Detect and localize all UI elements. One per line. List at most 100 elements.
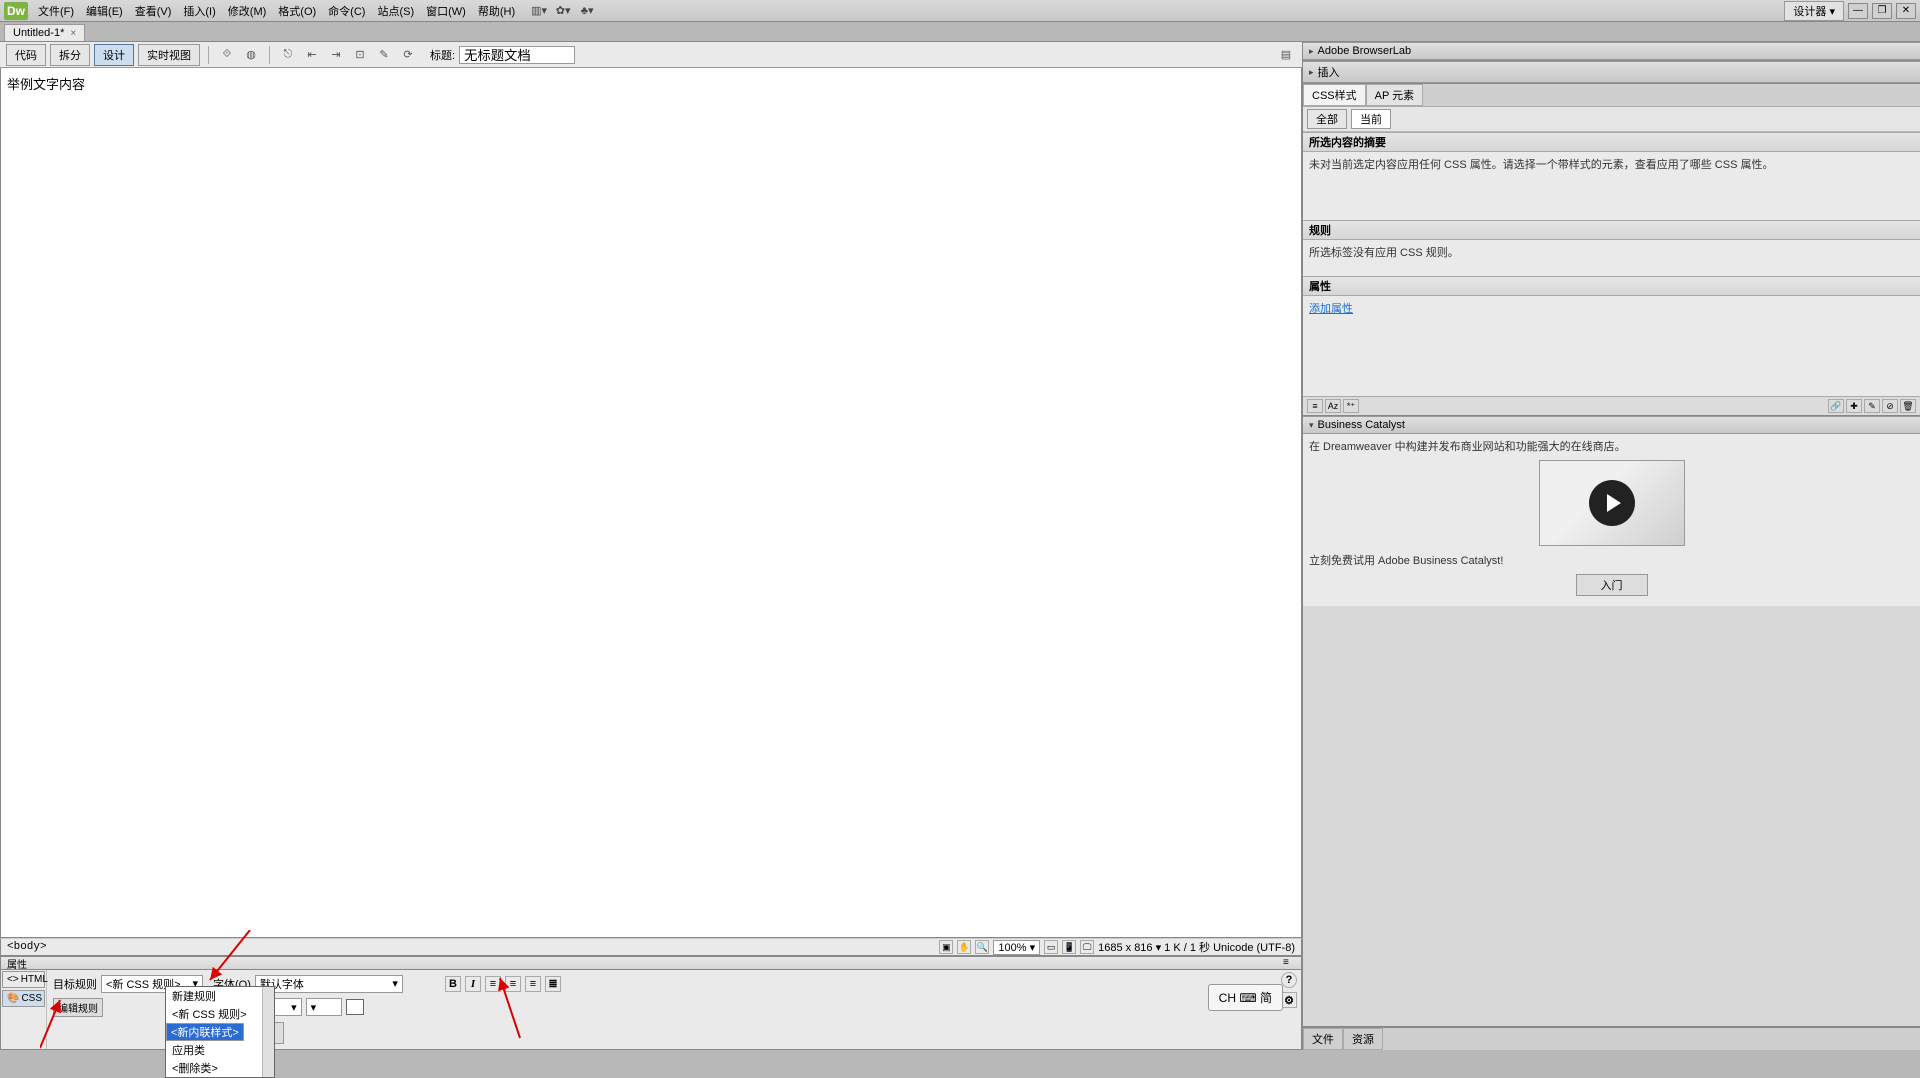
dd-apply-class[interactable]: 应用类	[166, 1041, 274, 1059]
menu-modify[interactable]: 修改(M)	[222, 3, 273, 19]
refresh-icon[interactable]: ⟳	[398, 46, 418, 64]
zoom-select[interactable]: 100% ▾	[993, 940, 1040, 955]
dd-new-css-rule[interactable]: <新 CSS 规则>	[166, 1005, 274, 1023]
text-color-swatch[interactable]	[346, 999, 364, 1015]
extend-dropdown-icon[interactable]: ✿▾	[555, 4, 571, 18]
size-unit-select[interactable]: ▾	[306, 998, 342, 1016]
summary-section-body: 未对当前选定内容应用任何 CSS 属性。请选择一个带样式的元素，查看应用了哪些 …	[1303, 152, 1920, 220]
menu-insert[interactable]: 插入(I)	[177, 3, 221, 19]
help-icon[interactable]: ?	[1281, 972, 1297, 988]
edit-rule-icon[interactable]: ✎	[1864, 399, 1880, 413]
live-code-icon[interactable]: ⟐	[217, 46, 237, 64]
properties-menu-icon[interactable]: ≡	[1283, 957, 1295, 969]
document-tab[interactable]: Untitled-1* ×	[4, 24, 85, 41]
view-live-button[interactable]: 实时视图	[138, 44, 200, 66]
tag-path[interactable]: <body>	[1, 941, 53, 953]
show-set-icon[interactable]: *⁺	[1343, 399, 1359, 413]
menu-edit[interactable]: 编辑(E)	[80, 3, 129, 19]
menu-site[interactable]: 站点(S)	[371, 3, 420, 19]
chevron-down-icon: ▾	[311, 1001, 317, 1014]
css-current-button[interactable]: 当前	[1351, 109, 1391, 129]
select-tool-icon[interactable]: ▣	[939, 940, 953, 954]
nav-next-icon[interactable]: ⇥	[326, 46, 346, 64]
ap-elements-tab[interactable]: AP 元素	[1366, 84, 1424, 106]
menu-commands[interactable]: 命令(C)	[322, 3, 371, 19]
font-select[interactable]: 默认字体▾	[255, 975, 403, 993]
add-property-link[interactable]: 添加属性	[1309, 303, 1353, 315]
rules-section-head: 规则	[1303, 221, 1920, 240]
nav-back-icon[interactable]: ⇤	[302, 46, 322, 64]
new-rule-icon[interactable]: ✚	[1846, 399, 1862, 413]
italic-button[interactable]: I	[465, 976, 481, 992]
design-canvas[interactable]: 举例文字内容	[0, 68, 1302, 938]
css-all-button[interactable]: 全部	[1307, 109, 1347, 129]
view-code-button[interactable]: 代码	[6, 44, 46, 66]
css-styles-tab[interactable]: CSS样式	[1303, 84, 1366, 106]
close-button[interactable]: ✕	[1896, 3, 1916, 19]
insert-label: 插入	[1318, 64, 1340, 80]
hand-tool-icon[interactable]: ✋	[957, 940, 971, 954]
align-justify-button[interactable]: ≣	[545, 976, 561, 992]
align-center-button[interactable]: ≡	[505, 976, 521, 992]
tab-close-icon[interactable]: ×	[70, 28, 76, 39]
bc-start-button[interactable]: 入门	[1576, 574, 1648, 596]
inspect-icon[interactable]: ⎋	[278, 46, 298, 64]
tab-label: Untitled-1*	[13, 27, 64, 39]
bc-video-thumbnail[interactable]	[1539, 460, 1685, 546]
bold-button[interactable]: B	[445, 976, 461, 992]
maximize-button[interactable]: ❐	[1872, 3, 1892, 19]
assets-tab[interactable]: 资源	[1343, 1028, 1383, 1050]
view-design-button[interactable]: 设计	[94, 44, 134, 66]
align-right-button[interactable]: ≡	[525, 976, 541, 992]
zoom-tool-icon[interactable]: 🔍	[975, 940, 989, 954]
insert-panel-head[interactable]: ▸插入	[1303, 61, 1920, 83]
properties-css-tab[interactable]: 🎨 CSS	[2, 990, 45, 1007]
title-input[interactable]	[459, 46, 575, 64]
css-tab-label: CSS	[21, 993, 42, 1004]
show-category-icon[interactable]: ≡	[1307, 399, 1323, 413]
summary-section-head: 所选内容的摘要	[1303, 133, 1920, 152]
site-dropdown-icon[interactable]: ♣▾	[579, 4, 595, 18]
document-toolbar: 代码 拆分 设计 实时视图 ⟐ ◍ ⎋ ⇤ ⇥ ⊡ ✎ ⟳ 标题: ▤	[0, 42, 1302, 68]
menu-help[interactable]: 帮助(H)	[472, 3, 521, 19]
bc-body: 在 Dreamweaver 中构建并发布商业网站和功能强大的在线商店。 立刻免费…	[1303, 434, 1920, 606]
title-label: 标题:	[430, 47, 455, 63]
business-catalyst-head[interactable]: ▾Business Catalyst	[1303, 416, 1920, 434]
menu-format[interactable]: 格式(O)	[272, 3, 322, 19]
expand-arrow-icon: ▾	[1309, 420, 1314, 431]
properties-html-tab[interactable]: <> HTML	[2, 971, 45, 988]
options-icon[interactable]: ✎	[374, 46, 394, 64]
dd-new-rule[interactable]: 新建规则	[166, 987, 274, 1005]
ruler-icon[interactable]: ⊡	[350, 46, 370, 64]
browserlab-label: Adobe BrowserLab	[1318, 45, 1412, 57]
quick-tag-icon[interactable]: ⚙	[1281, 992, 1297, 1008]
play-icon	[1589, 480, 1635, 526]
html-tab-label: HTML	[21, 974, 48, 985]
menu-window[interactable]: 窗口(W)	[420, 3, 472, 19]
minimize-button[interactable]: —	[1848, 3, 1868, 19]
align-left-button[interactable]: ≡	[485, 976, 501, 992]
edit-rule-button[interactable]: 编辑规则	[53, 998, 103, 1017]
right-bottom-tabs: 文件 资源	[1303, 1027, 1920, 1050]
dd-remove-class[interactable]: <删除类>	[166, 1059, 274, 1077]
menu-view[interactable]: 查看(V)	[129, 3, 178, 19]
dropdown-scrollbar[interactable]	[262, 987, 274, 1077]
files-tab[interactable]: 文件	[1303, 1028, 1343, 1050]
screen-icon[interactable]: 🖵	[1080, 940, 1094, 954]
properties-header[interactable]: 属性 ≡	[0, 956, 1302, 970]
device-icon[interactable]: 📱	[1062, 940, 1076, 954]
show-list-icon[interactable]: Aᴢ	[1325, 399, 1341, 413]
view-split-button[interactable]: 拆分	[50, 44, 90, 66]
live-view-icon[interactable]: ◍	[241, 46, 261, 64]
delete-rule-icon[interactable]: 🗑	[1900, 399, 1916, 413]
workspace-dropdown[interactable]: 设计器 ▾	[1784, 1, 1844, 21]
window-size-icon[interactable]: ▭	[1044, 940, 1058, 954]
dd-new-inline-style[interactable]: <新内联样式>	[166, 1023, 244, 1041]
target-rule-dropdown[interactable]: 新建规则 <新 CSS 规则> <新内联样式> 应用类 <删除类>	[165, 986, 275, 1078]
disable-rule-icon[interactable]: ⊘	[1882, 399, 1898, 413]
attach-stylesheet-icon[interactable]: 🔗	[1828, 399, 1844, 413]
menu-file[interactable]: 文件(F)	[32, 3, 80, 19]
toolbar-doc-options-icon[interactable]: ▤	[1276, 46, 1296, 64]
layout-dropdown-icon[interactable]: ▥▾	[531, 4, 547, 18]
browserlab-panel-head[interactable]: ▸Adobe BrowserLab	[1303, 42, 1920, 60]
